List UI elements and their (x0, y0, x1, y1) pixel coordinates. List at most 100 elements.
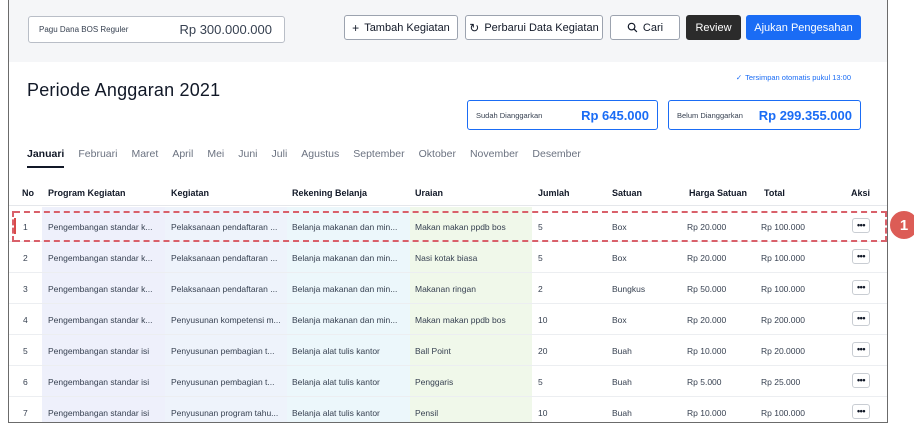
tab-april[interactable]: April (172, 148, 193, 168)
cell-program: Pengembangan standar isi (48, 345, 150, 356)
review-label: Review (695, 21, 732, 34)
column-header-harga-satuan: Harga Satuan (689, 188, 748, 198)
column-header-rekening-belanja: Rekening Belanja (292, 188, 368, 198)
cell-rekening: Belanja makanan dan min... (292, 314, 398, 325)
cell-no: 4 (23, 314, 28, 325)
cell-program: Pengembangan standar isi (48, 376, 150, 387)
cell-kegiatan: Pelaksanaan pendaftaran ... (171, 283, 278, 294)
tab-november[interactable]: November (470, 148, 518, 168)
tab-desember[interactable]: Desember (532, 148, 580, 168)
cell-total: Rp 100.000 (761, 221, 805, 232)
cell-harga: Rp 5.000 (687, 376, 722, 387)
cell-satuan: Box (612, 314, 627, 325)
pagu-label: Pagu Dana BOS Reguler (39, 25, 129, 34)
cell-no: 2 (23, 252, 28, 263)
more-horizontal-icon[interactable]: ••• (852, 342, 870, 357)
submit-approval-button[interactable]: Ajukan Pengesahan (746, 15, 861, 40)
add-activity-button[interactable]: + Tambah Kegiatan (344, 15, 458, 40)
plus-icon: + (352, 20, 360, 35)
row-highlight-left-edge (12, 211, 14, 242)
tab-januari[interactable]: Januari (27, 148, 65, 168)
unbudgeted-label: Belum Dianggarkan (677, 110, 743, 120)
refresh-activity-button[interactable]: ↻ Perbarui Data Kegiatan (465, 15, 603, 40)
cell-jumlah: 5 (538, 252, 543, 263)
more-horizontal-icon[interactable]: ••• (852, 311, 870, 326)
cell-jumlah: 2 (538, 283, 543, 294)
submit-approval-label: Ajukan Pengesahan (754, 21, 853, 34)
cell-harga: Rp 20.000 (687, 221, 727, 232)
cell-kegiatan: Penyusunan kompetensi m... (171, 314, 281, 325)
row-marker (14, 218, 16, 234)
table-row[interactable]: 2 Pengembangan standar k... Pelaksanaan pe… (9, 242, 887, 273)
step-badge: 1 (888, 209, 914, 241)
month-tabs: Januari Februari Maret April Mei Juni Juli Agus… (27, 148, 595, 168)
table-row[interactable]: 1 Pengembangan standar k... Pelaksanaan pe… (9, 211, 887, 242)
cell-satuan: Bungkus (612, 283, 646, 294)
table-row[interactable]: 6 Pengembangan standar isi Penyusunan pemb… (9, 366, 887, 397)
cell-rekening: Belanja makanan dan min... (292, 252, 398, 263)
cell-uraian: Makan makan ppdb bos (415, 221, 506, 232)
column-header-total: Total (764, 188, 785, 198)
tab-juli[interactable]: Juli (272, 148, 288, 168)
tab-februari[interactable]: Februari (78, 148, 117, 168)
autosave-text: Tersimpan otomatis pukul 13:00 (745, 73, 851, 82)
tab-oktober[interactable]: Oktober (419, 148, 456, 168)
cell-kegiatan: Penyusunan program tahu... (171, 407, 279, 418)
cell-kegiatan: Pelaksanaan pendaftaran ... (171, 252, 278, 263)
table-row[interactable]: 7 Pengembangan standar isi Penyusunan prog… (9, 397, 887, 422)
cell-harga: Rp 20.000 (687, 314, 727, 325)
more-horizontal-icon[interactable]: ••• (852, 373, 870, 388)
cell-no: 6 (23, 376, 28, 387)
search-label: Cari (642, 21, 664, 34)
pagu-value: Rp 300.000.000 (179, 22, 272, 37)
table-row[interactable]: 3 Pengembangan standar k... Pelaksanaan pe… (9, 273, 887, 304)
more-horizontal-icon[interactable]: ••• (852, 249, 870, 264)
search-button[interactable]: Cari (610, 15, 680, 40)
cell-harga: Rp 10.000 (687, 345, 727, 356)
cell-kegiatan: Penyusunan pembagian t... (171, 345, 275, 356)
tab-juni[interactable]: Juni (238, 148, 257, 168)
app-window: Pagu Dana BOS Reguler Rp 300.000.000 + T… (8, 0, 888, 423)
more-horizontal-icon[interactable]: ••• (852, 404, 870, 419)
cell-satuan: Buah (612, 345, 632, 356)
review-button[interactable]: Review (686, 15, 741, 40)
cell-harga: Rp 50.000 (687, 283, 727, 294)
refresh-activity-label: Perbarui Data Kegiatan (484, 21, 599, 34)
refresh-icon: ↻ (469, 20, 480, 35)
cell-program: Pengembangan standar k... (48, 314, 153, 325)
autosave-status: ✓ Tersimpan otomatis pukul 13:00 (736, 73, 851, 82)
tab-september[interactable]: September (353, 148, 404, 168)
cell-no: 5 (23, 345, 28, 356)
more-horizontal-icon[interactable]: ••• (852, 280, 870, 295)
column-header-aksi: Aksi (851, 188, 871, 198)
unbudgeted-summary: Belum Dianggarkan Rp 299.355.000 (668, 100, 861, 130)
column-header-program-kegiatan: Program Kegiatan (48, 188, 126, 198)
pagu-dana-field: Pagu Dana BOS Reguler Rp 300.000.000 (28, 16, 285, 43)
column-header-uraian: Uraian (415, 188, 444, 198)
cell-satuan: Box (612, 252, 627, 263)
cell-no: 3 (23, 283, 28, 294)
cell-harga: Rp 10.000 (687, 407, 727, 418)
tab-maret[interactable]: Maret (131, 148, 158, 168)
page-title: Periode Anggaran 2021 (27, 80, 221, 100)
table-header: No Program Kegiatan Kegiatan Rekening Belan… (9, 180, 887, 206)
cell-program: Pengembangan standar isi (48, 407, 150, 418)
check-icon: ✓ (735, 73, 743, 82)
unbudgeted-value: Rp 299.355.000 (758, 107, 852, 123)
cell-uraian: Makanan ringan (415, 283, 476, 294)
cell-total: Rp 200.000 (761, 314, 805, 325)
cell-uraian: Pensil (415, 407, 439, 418)
cell-uraian: Makan makan ppdb bos (415, 314, 506, 325)
cell-total: Rp 20.0000 (761, 345, 805, 356)
column-header-satuan: Satuan (612, 188, 643, 198)
cell-satuan: Box (612, 221, 627, 232)
cell-no: 1 (23, 221, 28, 232)
tab-mei[interactable]: Mei (207, 148, 224, 168)
more-horizontal-icon[interactable]: ••• (852, 218, 870, 233)
table-row[interactable]: 5 Pengembangan standar isi Penyusunan pemb… (9, 335, 887, 366)
table-row[interactable]: 4 Pengembangan standar k... Penyusunan kom… (9, 304, 887, 335)
cell-jumlah: 20 (538, 345, 548, 356)
tab-agustus[interactable]: Agustus (301, 148, 339, 168)
cell-rekening: Belanja alat tulis kantor (292, 376, 380, 387)
cell-rekening: Belanja alat tulis kantor (292, 345, 380, 356)
